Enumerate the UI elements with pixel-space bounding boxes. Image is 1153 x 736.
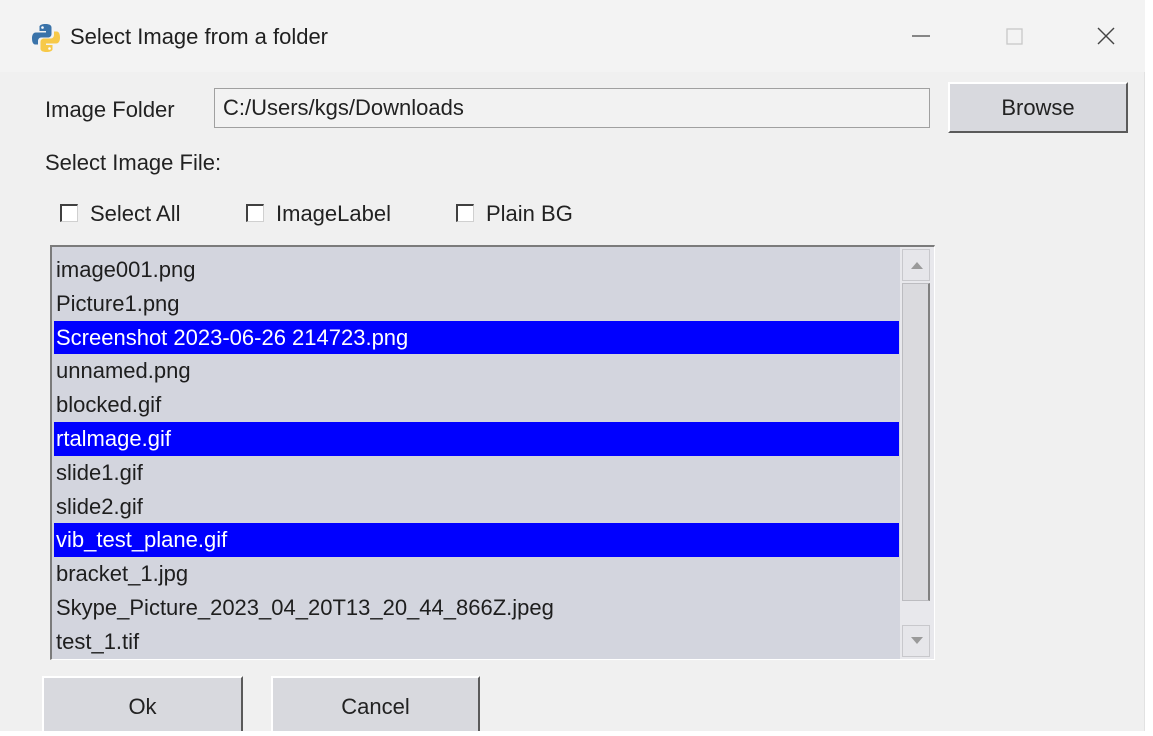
checkbox-label: Select All [90, 201, 181, 226]
title-bar[interactable]: Select Image from a folder [0, 0, 1145, 72]
minimize-icon [912, 35, 930, 37]
file-list-item[interactable]: blocked.gif [54, 388, 899, 422]
file-list-item[interactable]: Screenshot 2023-06-26 214723.png [54, 320, 899, 355]
file-list-item[interactable]: rtalmage.gif [54, 421, 899, 456]
file-list[interactable]: image001.png Picture1.png Screenshot 2023-… [54, 253, 899, 659]
file-list-item[interactable]: image001.png [54, 253, 899, 287]
image-file-listbox[interactable]: image001.png Picture1.png Screenshot 2023-… [50, 245, 935, 660]
close-button[interactable] [1075, 14, 1135, 58]
scroll-down-button[interactable] [902, 625, 930, 657]
image-folder-input[interactable] [214, 88, 930, 128]
image-folder-label: Image Folder [45, 97, 175, 122]
file-list-item[interactable]: slide2.gif [54, 490, 899, 524]
select-image-file-label: Select Image File: [45, 150, 222, 175]
window-title: Select Image from a folder [70, 24, 329, 49]
dialog-window: Select Image from a folder Image Folder … [0, 0, 1145, 731]
file-list-item[interactable]: Picture1.png [54, 287, 899, 321]
close-icon [1097, 27, 1115, 45]
chevron-down-icon [911, 637, 923, 644]
checkbox-label: ImageLabel [276, 201, 391, 226]
python-icon [32, 24, 60, 52]
checkbox-label: Plain BG [486, 201, 573, 226]
maximize-icon [1006, 28, 1023, 45]
file-list-item[interactable]: unnamed.png [54, 354, 899, 388]
scroll-up-button[interactable] [902, 249, 930, 281]
file-list-item[interactable]: bracket_1.jpg [54, 557, 899, 591]
cancel-button[interactable]: Cancel [271, 676, 480, 731]
file-list-item[interactable]: vib_test_plane.gif [54, 523, 899, 558]
ok-button[interactable]: Ok [42, 676, 243, 731]
checkbox-box[interactable] [456, 204, 474, 222]
minimize-button[interactable] [890, 14, 950, 58]
checkbox-box[interactable] [60, 204, 78, 222]
checkbox-box[interactable] [246, 204, 264, 222]
scrollbar-thumb[interactable] [902, 283, 930, 601]
maximize-button[interactable] [985, 14, 1045, 58]
chevron-up-icon [911, 262, 923, 269]
vertical-scrollbar[interactable] [900, 247, 934, 659]
browse-button[interactable]: Browse [948, 82, 1128, 133]
file-list-item[interactable]: slide1.gif [54, 456, 899, 490]
file-list-item[interactable]: Skype_Picture_2023_04_20T13_20_44_866Z.j… [54, 591, 899, 625]
file-list-item[interactable]: test_1.tif [54, 625, 899, 659]
